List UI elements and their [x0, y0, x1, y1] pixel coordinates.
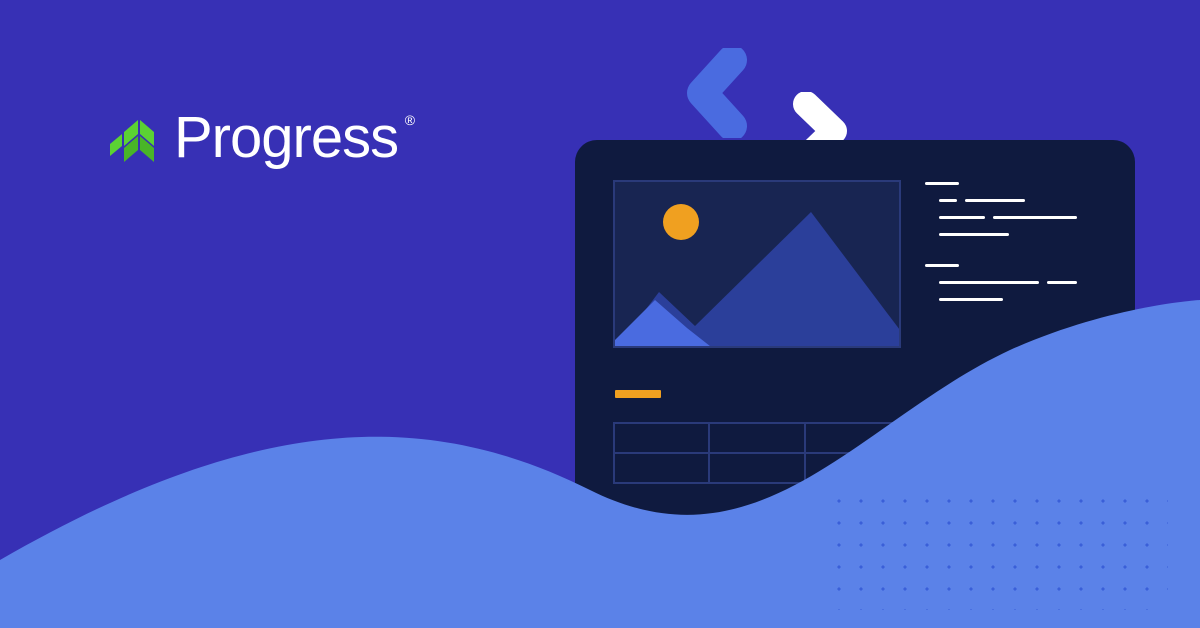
code-line [925, 233, 1095, 236]
code-line [925, 298, 1095, 301]
table-placeholder [613, 422, 901, 484]
code-line [925, 281, 1095, 284]
brand-logo: Progress ® [104, 104, 398, 171]
code-line [925, 199, 1095, 202]
code-line [925, 216, 1095, 219]
brand-name: Progress ® [174, 104, 398, 171]
table-cell [709, 453, 804, 483]
brand-mark-icon [104, 110, 160, 166]
accent-bar [615, 390, 661, 398]
table-cell [614, 453, 709, 483]
code-line [925, 264, 1095, 267]
table-cell [614, 423, 709, 453]
table-cell [805, 453, 900, 483]
sun-icon [663, 204, 699, 240]
table-cell [805, 423, 900, 453]
dot-pattern [828, 490, 1168, 610]
code-lines-panel [925, 182, 1095, 315]
registered-mark: ® [405, 112, 414, 128]
chevron-left-icon [674, 48, 764, 143]
table-cell [709, 423, 804, 453]
image-placeholder-panel [613, 180, 901, 348]
code-line [925, 182, 1095, 185]
brand-name-text: Progress [174, 105, 398, 170]
